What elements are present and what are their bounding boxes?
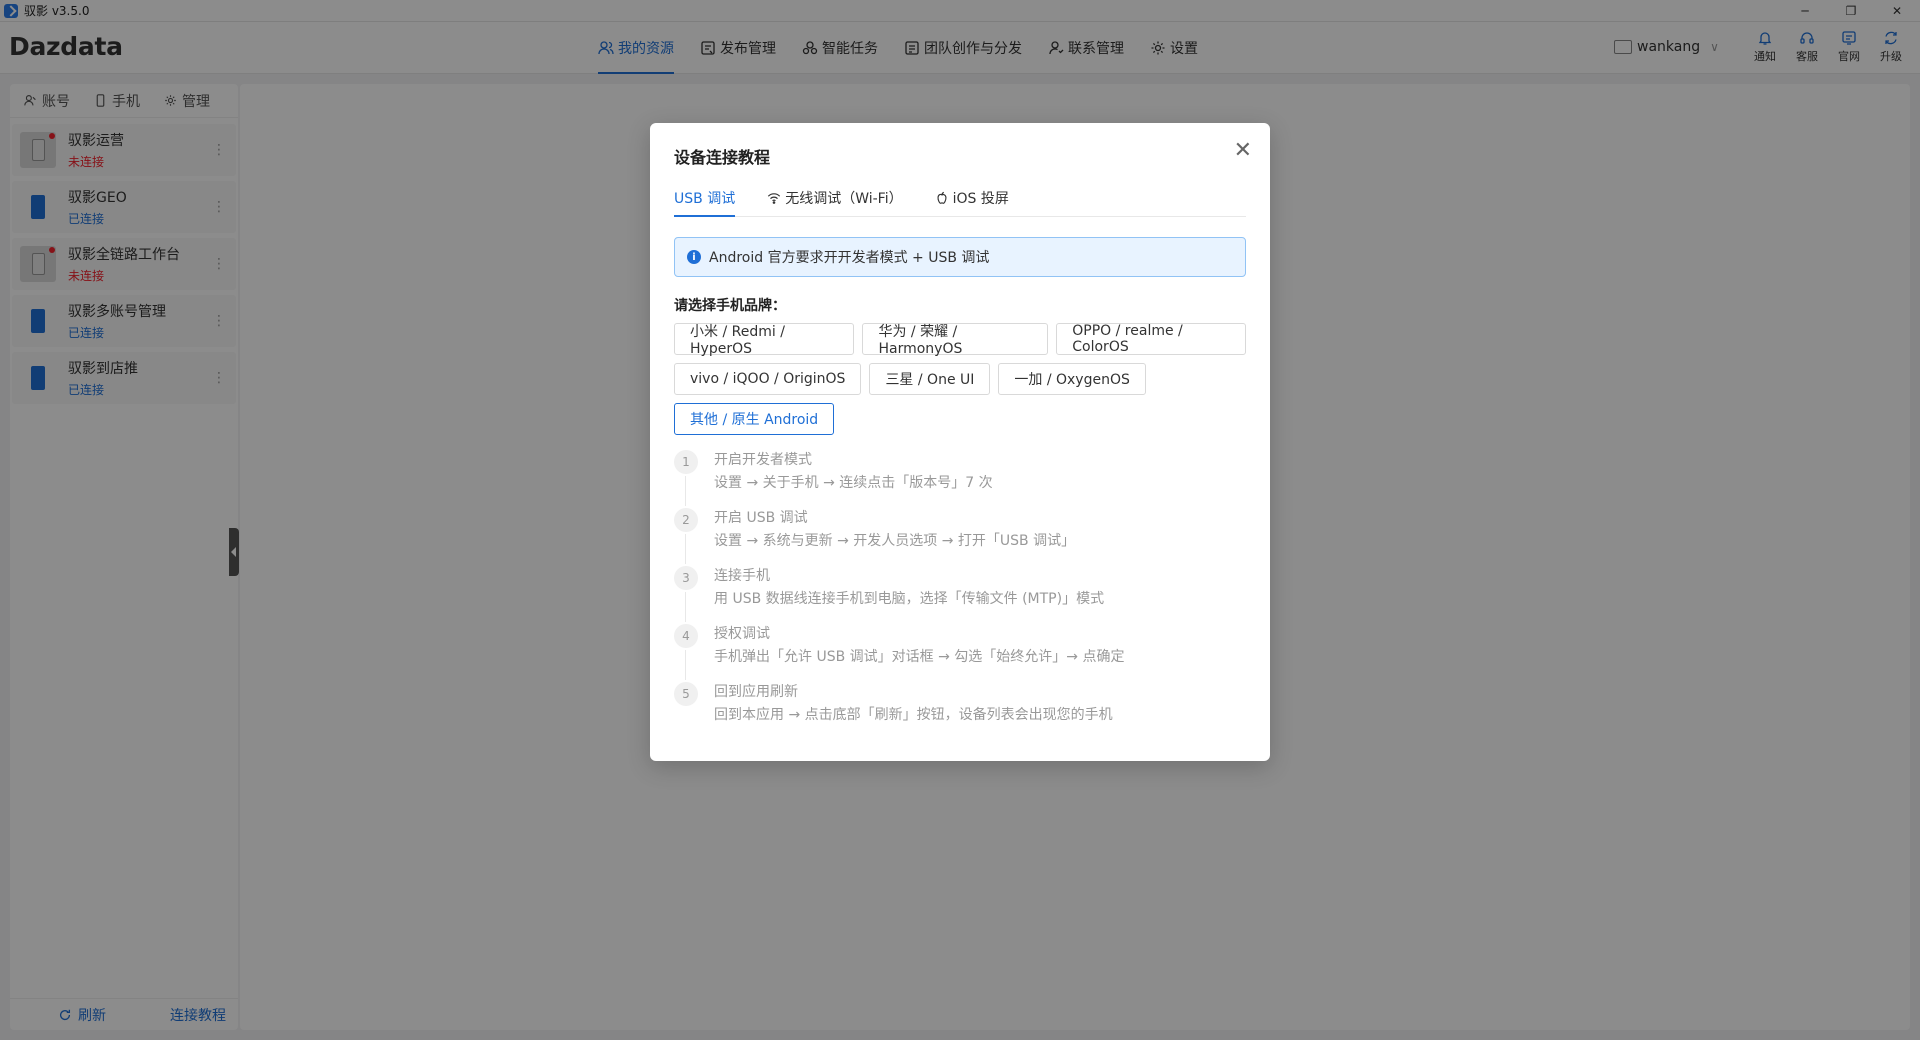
brand-label: 请选择手机品牌：	[674, 298, 786, 314]
connection-tutorial-dialog: 设备连接教程 ✕ USB 调试 无线调试（Wi-Fi） iOS 投屏 i And…	[650, 123, 1270, 761]
step-title: 回到应用刷新	[714, 684, 798, 700]
tab-label: iOS 投屏	[952, 191, 1009, 207]
step-item: 3 连接手机 用 USB 数据线连接手机到电脑，选择「传输文件 (MTP)」模式	[674, 566, 1246, 624]
wifi-icon	[768, 193, 781, 204]
step-title: 开启 USB 调试	[714, 510, 808, 526]
step-number: 2	[674, 508, 698, 532]
step-item: 2 开启 USB 调试 设置 → 系统与更新 → 开发人员选项 → 打开「USB…	[674, 508, 1246, 566]
step-description: 手机弹出「允许 USB 调试」对话框 → 勾选「始终允许」→ 点确定	[714, 649, 1125, 665]
brand-option[interactable]: vivo / iQOO / OriginOS	[674, 363, 862, 395]
brand-option[interactable]: 一加 / OxygenOS	[998, 363, 1146, 395]
tab-ios[interactable]: iOS 投屏	[935, 180, 1009, 216]
step-number: 3	[674, 566, 698, 590]
step-description: 设置 → 关于手机 → 连续点击「版本号」7 次	[714, 475, 993, 491]
step-number: 1	[674, 450, 698, 474]
step-title: 连接手机	[714, 568, 770, 584]
step-description: 用 USB 数据线连接手机到电脑，选择「传输文件 (MTP)」模式	[714, 591, 1105, 607]
brand-option[interactable]: 华为 / 荣耀 / HarmonyOS	[862, 323, 1049, 357]
info-icon: i	[687, 250, 701, 264]
alert-text: Android 官方要求开开发者模式 + USB 调试	[709, 250, 990, 266]
step-item: 5 回到应用刷新 回到本应用 → 点击底部「刷新」按钮，设备列表会出现您的手机	[674, 682, 1246, 740]
tab-usb[interactable]: USB 调试	[674, 180, 736, 217]
step-number: 5	[674, 682, 698, 706]
step-item: 4 授权调试 手机弹出「允许 USB 调试」对话框 → 勾选「始终允许」→ 点确…	[674, 624, 1246, 682]
brand-option[interactable]: OPPO / realme / ColorOS	[1056, 323, 1246, 355]
step-number: 4	[674, 624, 698, 648]
dialog-title: 设备连接教程	[674, 148, 771, 167]
tutorial-steps: 1 开启开发者模式 设置 → 关于手机 → 连续点击「版本号」7 次 2 开启 …	[674, 450, 1246, 740]
brand-option[interactable]: 小米 / Redmi / HyperOS	[674, 323, 855, 357]
step-description: 设置 → 系统与更新 → 开发人员选项 → 打开「USB 调试」	[714, 533, 1076, 549]
brand-option-selected[interactable]: 其他 / 原生 Android	[674, 403, 835, 435]
tab-wifi[interactable]: 无线调试（Wi-Fi）	[767, 180, 903, 216]
apple-icon	[937, 191, 947, 204]
step-description: 回到本应用 → 点击底部「刷新」按钮，设备列表会出现您的手机	[714, 707, 1113, 723]
close-icon[interactable]: ✕	[1234, 140, 1252, 162]
step-title: 开启开发者模式	[714, 452, 812, 468]
info-alert: i Android 官方要求开开发者模式 + USB 调试	[674, 237, 1246, 277]
brand-option[interactable]: 三星 / One UI	[869, 363, 991, 395]
step-title: 授权调试	[714, 626, 770, 642]
brand-options: 小米 / Redmi / HyperOS 华为 / 荣耀 / HarmonyOS…	[674, 323, 1254, 443]
dialog-tabs: USB 调试 无线调试（Wi-Fi） iOS 投屏	[674, 180, 1246, 217]
tab-label: 无线调试（Wi-Fi）	[785, 191, 903, 207]
tab-label: USB 调试	[674, 191, 736, 207]
step-item: 1 开启开发者模式 设置 → 关于手机 → 连续点击「版本号」7 次	[674, 450, 1246, 508]
